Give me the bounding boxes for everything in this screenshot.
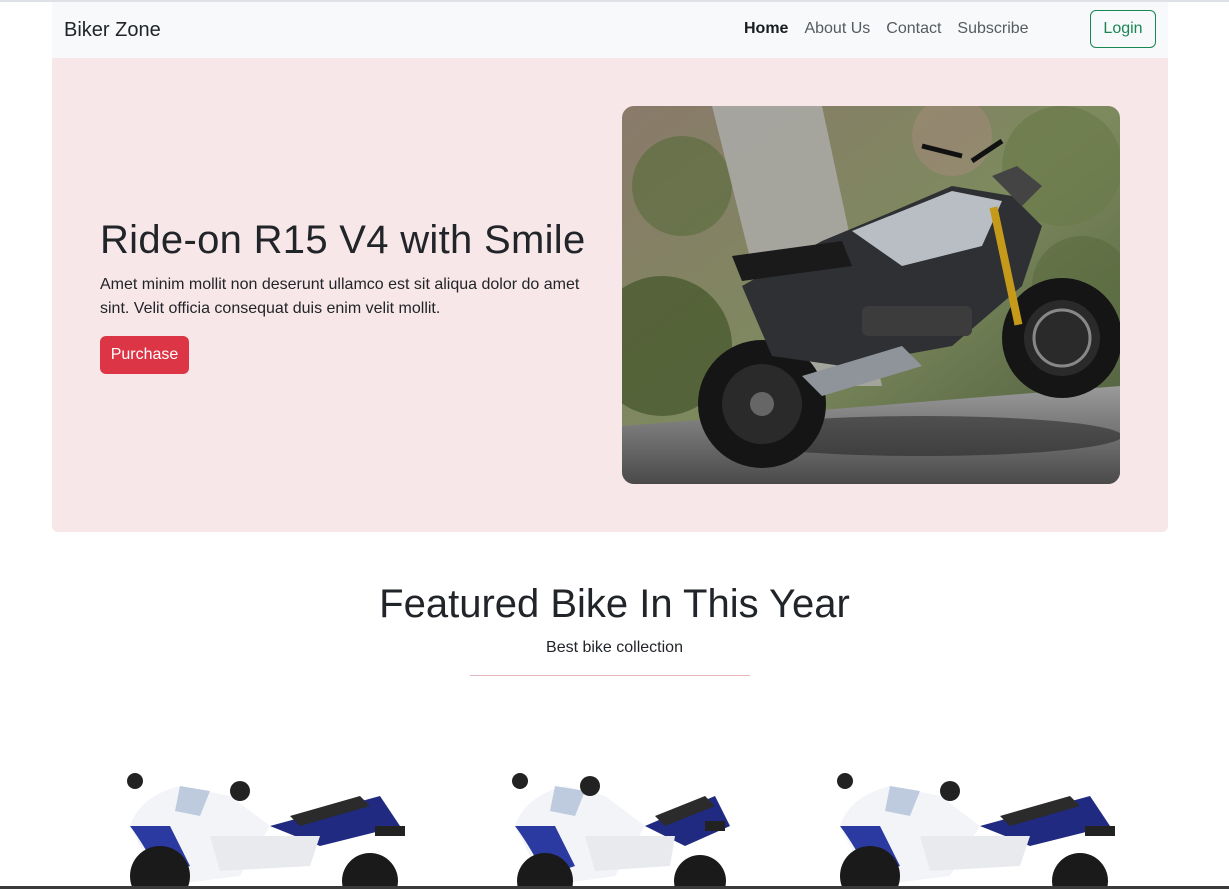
nav-link-home[interactable]: Home	[744, 20, 788, 38]
featured-bike-card[interactable]	[120, 766, 420, 889]
purchase-button[interactable]: Purchase	[100, 336, 189, 374]
featured-bike-card[interactable]	[830, 766, 1130, 889]
nav-link-contact[interactable]: Contact	[886, 20, 941, 38]
nav-links: Home About Us Contact Subscribe	[744, 20, 1045, 38]
hero-banner: Ride-on R15 V4 with Smile Amet minim mol…	[52, 58, 1168, 532]
sport-bike-icon	[512, 773, 730, 889]
hero-title: Ride-on R15 V4 with Smile	[100, 218, 586, 262]
login-button[interactable]: Login	[1090, 10, 1156, 48]
brand-logo-text[interactable]: Biker Zone	[64, 19, 161, 42]
nav-link-subscribe[interactable]: Subscribe	[957, 20, 1028, 38]
featured-section-title: Featured Bike In This Year	[379, 582, 850, 626]
nav-link-about-us[interactable]: About Us	[804, 20, 870, 38]
motorcycle-photo-icon	[622, 106, 1120, 484]
sport-bike-icon	[837, 773, 1115, 889]
featured-section-subtitle: Best bike collection	[546, 639, 683, 656]
navbar: Biker Zone Home About Us Contact Subscri…	[52, 2, 1168, 58]
sport-bike-icon	[127, 773, 405, 889]
hero-description: Amet minim mollit non deserunt ullamco e…	[100, 276, 580, 317]
featured-bike-card[interactable]	[505, 766, 805, 889]
hero-motorcycle-image	[622, 106, 1120, 484]
section-divider	[470, 675, 750, 676]
